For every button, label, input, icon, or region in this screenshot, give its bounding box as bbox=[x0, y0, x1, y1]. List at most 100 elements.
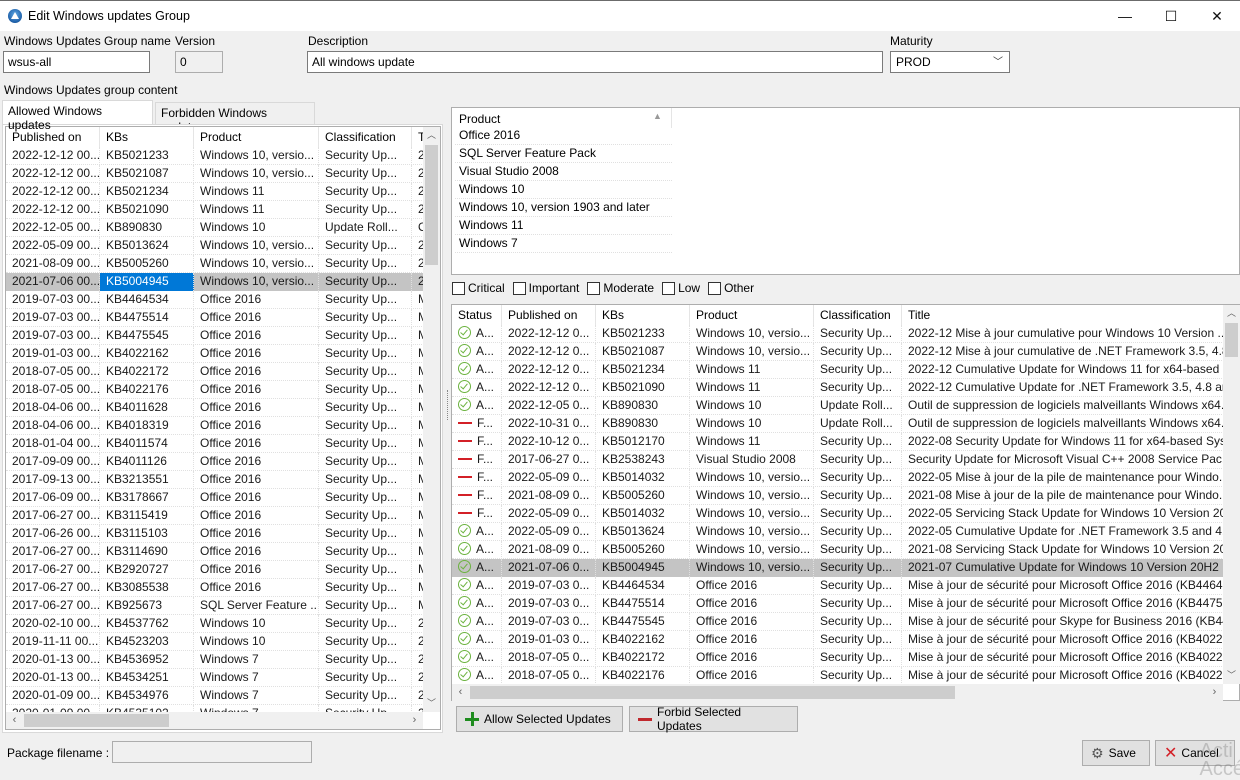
severity-checkbox-moderate[interactable]: Moderate bbox=[587, 281, 654, 295]
checkbox-box[interactable] bbox=[708, 281, 722, 295]
table-row[interactable]: A... 2018-07-05 0... KB4022172 Office 2016 S… bbox=[452, 649, 1223, 667]
severity-checkbox-other[interactable]: Other bbox=[708, 281, 754, 295]
table-row[interactable]: 2019-07-03 00... KB4475514 Office 2016 Secu… bbox=[6, 309, 423, 327]
table-row[interactable]: A... 2019-07-03 0... KB4475545 Office 2016 S… bbox=[452, 613, 1223, 631]
table-row[interactable]: 2020-01-09 00... KB4534976 Windows 7 Securi… bbox=[6, 687, 423, 705]
table-row[interactable]: A... 2018-07-05 0... KB4022176 Office 2016 S… bbox=[452, 667, 1223, 684]
table-row[interactable]: 2017-06-09 00... KB3178667 Office 2016 Secu… bbox=[6, 489, 423, 507]
scroll-right-arrow-icon[interactable]: › bbox=[1206, 684, 1223, 701]
column-header-classification[interactable]: Classification bbox=[814, 305, 902, 325]
product-filter-item[interactable]: SQL Server Feature Pack bbox=[455, 145, 672, 163]
table-row[interactable]: 2018-07-05 00... KB4022172 Office 2016 Secu… bbox=[6, 363, 423, 381]
table-row[interactable]: 2018-04-06 00... KB4011628 Office 2016 Secu… bbox=[6, 399, 423, 417]
scroll-right-arrow-icon[interactable]: › bbox=[406, 712, 423, 729]
checkbox-box[interactable] bbox=[452, 281, 465, 295]
scroll-left-arrow-icon[interactable]: ‹ bbox=[6, 712, 23, 729]
column-header-classification[interactable]: Classification bbox=[319, 127, 412, 147]
column-header-published-on[interactable]: Published on bbox=[502, 305, 596, 325]
table-row[interactable]: A... 2021-07-06 0... KB5004945 Windows 10, … bbox=[452, 559, 1223, 577]
left-horizontal-scrollbar[interactable]: ‹ › bbox=[6, 712, 423, 729]
table-row[interactable]: F... 2021-08-09 0... KB5005260 Windows 10, … bbox=[452, 487, 1223, 505]
scroll-down-arrow-icon[interactable]: ﹀ bbox=[1223, 667, 1240, 684]
table-row[interactable]: F... 2022-10-31 0... KB890830 Windows 10 Upd… bbox=[452, 415, 1223, 433]
table-row[interactable]: 2018-04-06 00... KB4018319 Office 2016 Secu… bbox=[6, 417, 423, 435]
table-row[interactable]: 2022-12-12 00... KB5021090 Windows 11 Secur… bbox=[6, 201, 423, 219]
product-filter-item[interactable]: Windows 10, version 1903 and later bbox=[455, 199, 672, 217]
table-row[interactable]: A... 2019-07-03 0... KB4475514 Office 2016 S… bbox=[452, 595, 1223, 613]
column-header-product[interactable]: Product bbox=[690, 305, 814, 325]
table-row[interactable]: F... 2022-05-09 0... KB5014032 Windows 10, … bbox=[452, 469, 1223, 487]
table-row[interactable]: 2017-06-26 00... KB3115103 Office 2016 Secu… bbox=[6, 525, 423, 543]
scroll-up-arrow-icon[interactable]: ︿ bbox=[1223, 305, 1240, 322]
table-row[interactable]: 2019-07-03 00... KB4464534 Office 2016 Secu… bbox=[6, 291, 423, 309]
tab-allowed-updates[interactable]: Allowed Windows updates bbox=[2, 100, 153, 132]
table-row[interactable]: F... 2022-05-09 0... KB5014032 Windows 10, … bbox=[452, 505, 1223, 523]
table-row[interactable]: 2017-06-27 00... KB925673 SQL Server Featu… bbox=[6, 597, 423, 615]
column-header-product[interactable]: Product bbox=[194, 127, 319, 147]
table-row[interactable]: A... 2022-12-12 0... KB5021087 Windows 10, … bbox=[452, 343, 1223, 361]
table-row[interactable]: 2021-07-06 00... KB5004945 Windows 10, ver… bbox=[6, 273, 423, 291]
severity-checkbox-critical[interactable]: Critical bbox=[452, 281, 505, 295]
severity-checkbox-low[interactable]: Low bbox=[662, 281, 700, 295]
product-filter-item[interactable]: Windows 10 bbox=[455, 181, 672, 199]
product-filter-item[interactable]: Office 2016 bbox=[455, 127, 672, 145]
product-filter-item[interactable]: Windows 11 bbox=[455, 217, 672, 235]
table-row[interactable]: 2019-07-03 00... KB4475545 Office 2016 Secu… bbox=[6, 327, 423, 345]
product-column-header[interactable]: Product ▲ bbox=[452, 108, 672, 128]
scroll-thumb[interactable] bbox=[425, 145, 438, 265]
table-row[interactable]: A... 2022-12-12 0... KB5021090 Windows 11 Se… bbox=[452, 379, 1223, 397]
table-row[interactable]: 2017-09-09 00... KB4011126 Office 2016 Secu… bbox=[6, 453, 423, 471]
checkbox-box[interactable] bbox=[587, 281, 601, 295]
table-row[interactable]: A... 2021-08-09 0... KB5005260 Windows 10, … bbox=[452, 541, 1223, 559]
scroll-left-arrow-icon[interactable]: ‹ bbox=[452, 684, 469, 701]
tab-forbidden-updates[interactable]: Forbidden Windows updates bbox=[155, 102, 315, 134]
severity-checkbox-important[interactable]: Important bbox=[512, 281, 579, 295]
table-row[interactable]: 2022-05-09 00... KB5013624 Windows 10, ver… bbox=[6, 237, 423, 255]
forbid-selected-updates-button[interactable]: Forbid Selected Updates bbox=[629, 705, 798, 733]
maturity-select[interactable]: PROD ﹀ bbox=[890, 51, 1010, 73]
table-row[interactable]: 2021-08-09 00... KB5005260 Windows 10, ver… bbox=[6, 255, 423, 273]
scroll-thumb[interactable] bbox=[470, 686, 955, 699]
checkbox-box[interactable] bbox=[662, 281, 676, 295]
product-filter-item[interactable]: Visual Studio 2008 bbox=[455, 163, 672, 181]
table-row[interactable]: 2017-06-27 00... KB3115419 Office 2016 Secu… bbox=[6, 507, 423, 525]
table-row[interactable]: 2017-06-27 00... KB3085538 Office 2016 Secu… bbox=[6, 579, 423, 597]
allow-selected-updates-button[interactable]: Allow Selected Updates bbox=[456, 706, 623, 732]
table-row[interactable]: 2022-12-12 00... KB5021234 Windows 11 Secur… bbox=[6, 183, 423, 201]
group-name-input[interactable]: wsus-all bbox=[3, 51, 150, 73]
table-row[interactable]: 2020-02-10 00... KB4537762 Windows 10 Secur… bbox=[6, 615, 423, 633]
table-row[interactable]: 2018-07-05 00... KB4022176 Office 2016 Secu… bbox=[6, 381, 423, 399]
scroll-up-arrow-icon[interactable]: ︿ bbox=[423, 127, 440, 144]
table-row[interactable]: F... 2022-10-12 0... KB5012170 Windows 11 Se… bbox=[452, 433, 1223, 451]
right-vertical-scrollbar[interactable]: ︿ ﹀ bbox=[1223, 305, 1240, 684]
table-row[interactable]: 2017-06-27 00... KB2920727 Office 2016 Secu… bbox=[6, 561, 423, 579]
panel-splitter[interactable] bbox=[447, 390, 449, 420]
table-row[interactable]: 2022-12-12 00... KB5021087 Windows 10, ver… bbox=[6, 165, 423, 183]
close-button[interactable]: ✕ bbox=[1194, 1, 1240, 31]
table-row[interactable]: A... 2022-05-09 0... KB5013624 Windows 10, … bbox=[452, 523, 1223, 541]
table-row[interactable]: 2018-01-04 00... KB4011574 Office 2016 Secu… bbox=[6, 435, 423, 453]
table-row[interactable]: 2019-01-03 00... KB4022162 Office 2016 Secu… bbox=[6, 345, 423, 363]
table-row[interactable]: 2019-11-11 00... KB4523203 Windows 10 Secur… bbox=[6, 633, 423, 651]
table-row[interactable]: 2022-12-05 00... KB890830 Windows 10 Update… bbox=[6, 219, 423, 237]
left-vertical-scrollbar[interactable]: ︿ ﹀ bbox=[423, 127, 440, 712]
column-header-title[interactable]: Title bbox=[902, 305, 1223, 325]
column-header-kbs[interactable]: KBs bbox=[100, 127, 194, 147]
table-row[interactable]: A... 2022-12-12 0... KB5021234 Windows 11 Se… bbox=[452, 361, 1223, 379]
table-row[interactable]: 2020-01-13 00... KB4536952 Windows 7 Securi… bbox=[6, 651, 423, 669]
table-row[interactable]: 2017-06-27 00... KB3114690 Office 2016 Secu… bbox=[6, 543, 423, 561]
scroll-down-arrow-icon[interactable]: ﹀ bbox=[423, 695, 440, 712]
product-filter-item[interactable]: Windows 7 bbox=[455, 235, 672, 253]
table-row[interactable]: 2020-01-13 00... KB4534251 Windows 7 Securi… bbox=[6, 669, 423, 687]
table-row[interactable]: A... 2022-12-12 0... KB5021233 Windows 10, … bbox=[452, 325, 1223, 343]
right-horizontal-scrollbar[interactable]: ‹ › bbox=[452, 684, 1223, 701]
table-row[interactable]: A... 2022-12-05 0... KB890830 Windows 10 Upd… bbox=[452, 397, 1223, 415]
table-row[interactable]: A... 2019-01-03 0... KB4022162 Office 2016 S… bbox=[452, 631, 1223, 649]
checkbox-box[interactable] bbox=[512, 281, 526, 295]
description-input[interactable]: All windows update bbox=[307, 51, 883, 73]
scroll-thumb[interactable] bbox=[24, 714, 169, 727]
column-header-status[interactable]: Status bbox=[452, 305, 502, 325]
column-header-kbs[interactable]: KBs bbox=[596, 305, 690, 325]
table-row[interactable]: F... 2017-06-27 0... KB2538243 Visual Studi… bbox=[452, 451, 1223, 469]
table-row[interactable]: 2022-12-12 00... KB5021233 Windows 10, ver… bbox=[6, 147, 423, 165]
